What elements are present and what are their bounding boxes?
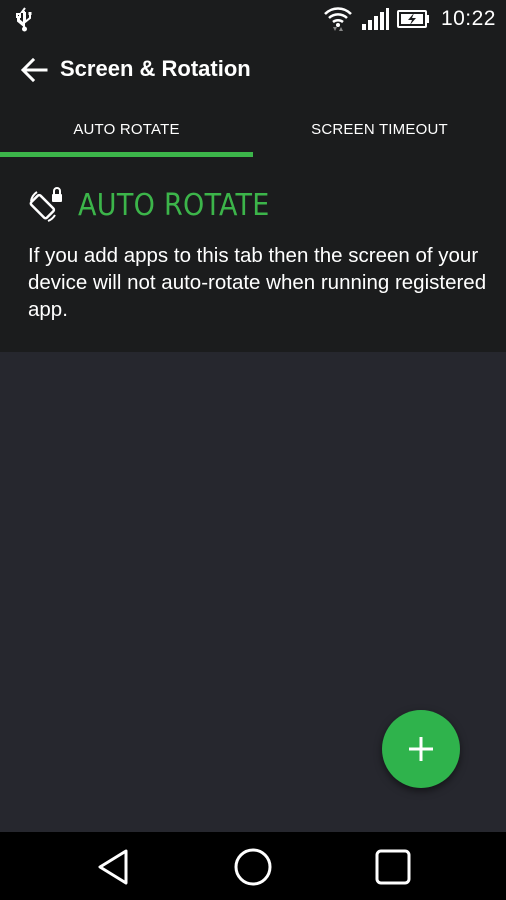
- battery-charging-icon: [396, 10, 429, 28]
- plus-icon: [409, 737, 433, 761]
- section-heading-text: AUTO ROTATE: [78, 187, 270, 223]
- add-app-button[interactable]: [382, 710, 460, 788]
- arrow-back-icon[interactable]: [18, 54, 50, 86]
- tab-bar: AUTO ROTATE SCREEN TIMEOUT: [0, 102, 506, 157]
- status-icons: 10:22: [323, 4, 496, 34]
- rotation-lock-icon: [29, 187, 62, 222]
- clock: 10:22: [440, 7, 496, 30]
- recents-square-icon[interactable]: [372, 846, 414, 888]
- usb-icon: [16, 7, 32, 32]
- tab-auto-rotate[interactable]: AUTO ROTATE: [0, 102, 253, 157]
- status-bar: 10:22: [0, 0, 506, 38]
- app-bar: Screen & Rotation: [0, 38, 506, 102]
- signal-icon: [361, 8, 389, 30]
- section-description: If you add apps to this tab then the scr…: [28, 244, 487, 321]
- home-circle-icon[interactable]: [232, 846, 274, 888]
- info-panel: AUTO ROTATE If you add apps to this tab …: [0, 157, 506, 352]
- back-triangle-icon[interactable]: [92, 846, 134, 888]
- navigation-bar: [0, 832, 506, 900]
- tab-screen-timeout[interactable]: SCREEN TIMEOUT: [253, 102, 506, 157]
- tab-screen-timeout-label: SCREEN TIMEOUT: [311, 121, 448, 138]
- section-heading: AUTO ROTATE: [28, 187, 270, 223]
- page-title: Screen & Rotation: [60, 56, 251, 81]
- wifi-icon: [324, 7, 352, 31]
